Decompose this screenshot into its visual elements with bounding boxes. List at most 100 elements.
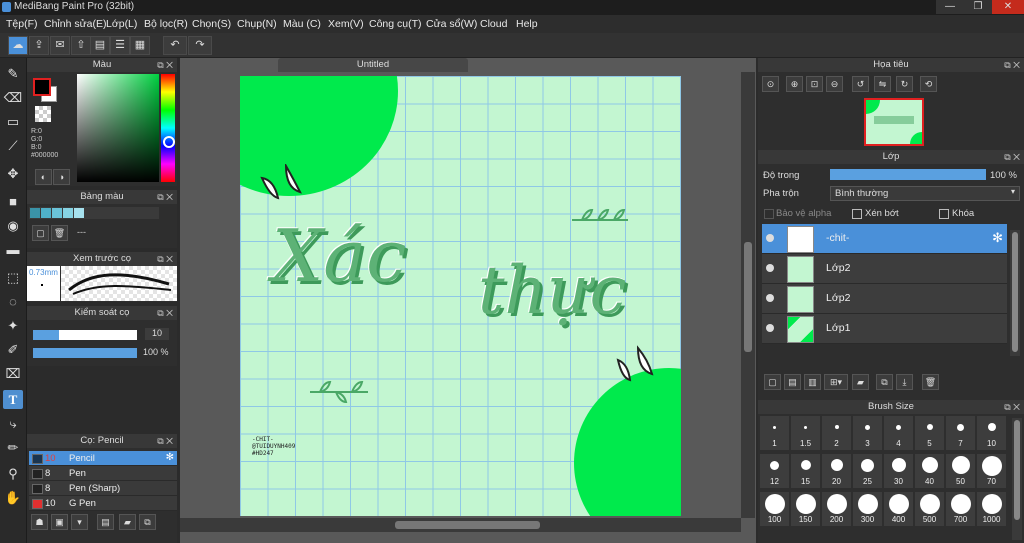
line-tool-icon[interactable]: ⟋: [3, 136, 23, 155]
menu-filter[interactable]: Bộ lọc(R): [144, 18, 188, 30]
brush-size-option[interactable]: 20: [822, 454, 851, 488]
new-halftone-layer-icon[interactable]: ▤: [784, 374, 801, 390]
layer-add-menu-icon[interactable]: ⊞▾: [824, 374, 848, 390]
zoom-out-icon[interactable]: ⊖: [826, 76, 843, 92]
brush-size-option[interactable]: 25: [853, 454, 882, 488]
lasso-tool-icon[interactable]: ◌: [3, 292, 23, 311]
brush-size-option[interactable]: 200: [822, 492, 851, 526]
layer-row-lop2-b[interactable]: Lớp2: [762, 284, 1007, 314]
menu-select[interactable]: Chọn(S): [192, 18, 231, 30]
brush-size-option[interactable]: 10: [977, 416, 1006, 450]
blend-mode-select[interactable]: Bình thường ▾: [830, 186, 1020, 201]
palette-swatch[interactable]: [74, 208, 84, 218]
zoom-in-icon[interactable]: ⊕: [786, 76, 803, 92]
rotate-right-icon[interactable]: ↻: [896, 76, 913, 92]
reset-view-icon[interactable]: ⟲: [920, 76, 937, 92]
select-eraser-icon[interactable]: ⌧: [3, 364, 23, 383]
brush-size-option[interactable]: 100: [760, 492, 789, 526]
text-tool-icon[interactable]: T: [3, 390, 23, 409]
palette-swatch[interactable]: [41, 208, 51, 218]
brush-settings-icon[interactable]: ▣: [51, 514, 68, 530]
close-button[interactable]: ✕: [992, 0, 1024, 14]
brush-size-option[interactable]: 40: [915, 454, 944, 488]
grid-icon[interactable]: ▦: [130, 36, 150, 55]
hue-handle[interactable]: [163, 136, 175, 148]
hand-tool-icon[interactable]: ✋: [3, 488, 23, 507]
brush-tool-icon[interactable]: ✎: [3, 64, 23, 83]
move-tool-icon[interactable]: ✥: [3, 164, 23, 183]
layer-folder-icon[interactable]: ▰: [852, 374, 869, 390]
redo-icon[interactable]: ↷: [188, 36, 212, 55]
duplicate-layer-icon[interactable]: ⧉: [876, 374, 893, 390]
minimize-button[interactable]: —: [936, 0, 964, 14]
layers-scroll-thumb[interactable]: [1012, 232, 1018, 352]
brush-size-option[interactable]: 5: [915, 416, 944, 450]
brush-size-slider[interactable]: [33, 330, 137, 340]
menu-edit[interactable]: Chỉnh sửa(E): [44, 18, 106, 30]
panel-close-icon[interactable]: ⧉ ✕: [157, 306, 173, 320]
bucket-tool-icon[interactable]: ◉: [3, 216, 23, 235]
transparent-color[interactable]: [35, 106, 51, 122]
upload-icon[interactable]: ⇧: [71, 36, 91, 55]
clipping-checkbox[interactable]: [852, 209, 862, 219]
lock-checkbox[interactable]: [939, 209, 949, 219]
brush-size-value[interactable]: 10: [145, 328, 169, 340]
brush-size-option[interactable]: 400: [884, 492, 913, 526]
brush-size-option[interactable]: 2: [822, 416, 851, 450]
vertical-scroll-thumb[interactable]: [744, 242, 752, 352]
palette-swatch[interactable]: [52, 208, 62, 218]
new-palette-icon[interactable]: ▢: [32, 225, 49, 241]
layers-scrollbar[interactable]: [1010, 230, 1020, 356]
comment-icon[interactable]: ✉: [50, 36, 70, 55]
eraser-tool-icon[interactable]: ⌫: [3, 88, 23, 107]
menu-layer[interactable]: Lớp(L): [106, 18, 137, 30]
menu-cloud[interactable]: Cloud: [480, 18, 507, 30]
brush-size-option[interactable]: 150: [791, 492, 820, 526]
menu-window[interactable]: Cửa sổ(W): [426, 18, 477, 30]
brush-size-option[interactable]: 30: [884, 454, 913, 488]
new-1bit-layer-icon[interactable]: ▥: [804, 374, 821, 390]
zoom-fit-icon[interactable]: ⊙: [762, 76, 779, 92]
navigator-thumbnail[interactable]: [864, 98, 924, 146]
vertical-scrollbar[interactable]: [741, 72, 755, 518]
menu-tools[interactable]: Công cụ(T): [369, 18, 422, 30]
flip-icon[interactable]: ⇋: [874, 76, 891, 92]
brush-size-option[interactable]: 12: [760, 454, 789, 488]
trash-icon[interactable]: 🗑: [922, 374, 939, 390]
menu-help[interactable]: Help: [516, 18, 538, 30]
magic-wand-icon[interactable]: ✦: [3, 316, 23, 335]
palette-swatch[interactable]: [30, 208, 40, 218]
menu-view[interactable]: Xem(V): [328, 18, 364, 30]
brush-size-option[interactable]: 300: [853, 492, 882, 526]
brush-item-pencil[interactable]: 10 Pencil ✻: [29, 451, 177, 466]
brush-size-scrollbar[interactable]: [1012, 418, 1022, 540]
brush-size-option[interactable]: 1000: [977, 492, 1006, 526]
layer-row-lop1[interactable]: Lớp1: [762, 314, 1007, 344]
panel-close-icon[interactable]: ⧉ ✕: [1004, 400, 1020, 414]
layer-row-chit[interactable]: -chit- ✻: [762, 224, 1007, 254]
delete-palette-icon[interactable]: 🗑: [51, 225, 68, 241]
foreground-color[interactable]: [33, 78, 51, 96]
layer-opacity-slider[interactable]: [830, 169, 986, 180]
menu-color[interactable]: Màu (C): [283, 18, 321, 30]
page-icon[interactable]: ▤: [90, 36, 110, 55]
panel-close-icon[interactable]: ⧉ ✕: [157, 58, 173, 72]
list-icon[interactable]: ☰: [110, 36, 130, 55]
brush-size-option[interactable]: 700: [946, 492, 975, 526]
merge-layer-icon[interactable]: ⤓: [896, 374, 913, 390]
eye-icon[interactable]: [766, 294, 774, 302]
new-layer-icon[interactable]: ▢: [764, 374, 781, 390]
gear-icon[interactable]: ✻: [166, 452, 174, 463]
actual-size-icon[interactable]: ⊡: [806, 76, 823, 92]
brush-item-pen[interactable]: 8 Pen: [29, 466, 177, 481]
cloud-icon[interactable]: ☁: [8, 36, 28, 55]
blur-tool-icon[interactable]: ✏: [3, 438, 23, 457]
rectangle-tool-icon[interactable]: ▭: [3, 112, 23, 131]
menu-snap[interactable]: Chụp(N): [237, 18, 277, 30]
panel-close-icon[interactable]: ⧉ ✕: [1004, 58, 1020, 72]
menu-file[interactable]: Tệp(F): [6, 18, 38, 30]
color-wheel-icon[interactable]: ◑: [53, 169, 70, 185]
palette-swatch[interactable]: [63, 208, 73, 218]
eye-icon[interactable]: [766, 264, 774, 272]
horizontal-scrollbar[interactable]: [180, 518, 741, 532]
